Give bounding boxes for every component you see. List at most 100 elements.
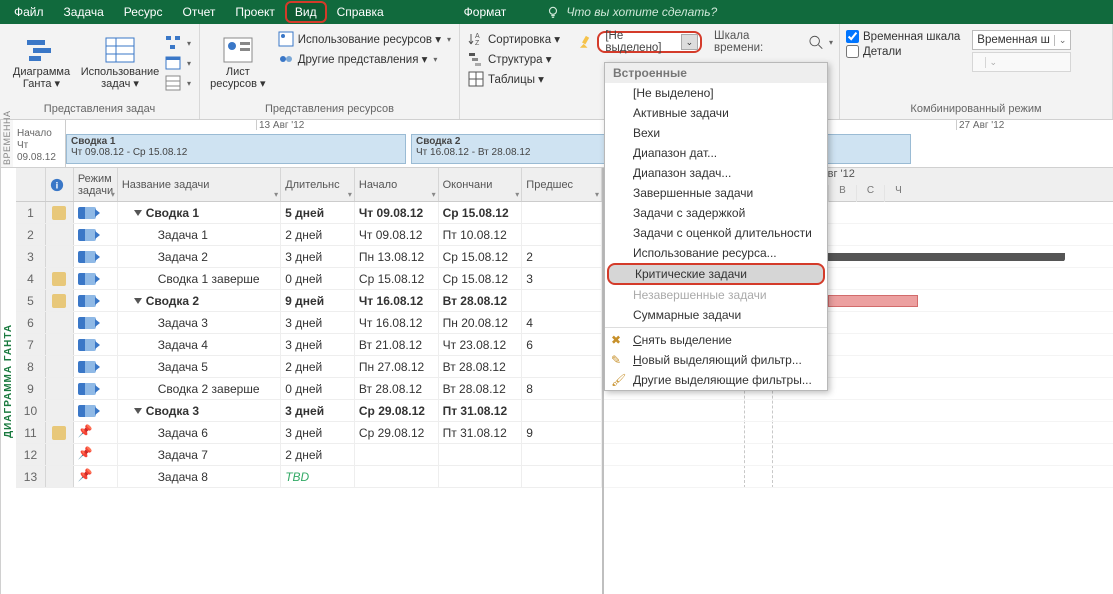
highlight-filter-menu: Встроенные [Не выделено]Активные задачиВ… xyxy=(604,62,828,391)
highlight-option[interactable]: Критические задачи xyxy=(607,263,825,285)
highlight-option[interactable]: Задачи с задержкой xyxy=(605,203,827,223)
table-row[interactable]: 4Сводка 1 заверше0 днейСр 15.08.12Ср 15.… xyxy=(16,268,602,290)
gantt-icon xyxy=(25,36,57,64)
tables-button[interactable]: Таблицы ▾ xyxy=(466,70,562,88)
svg-text:A: A xyxy=(475,33,480,40)
details-combo[interactable]: ⌄ xyxy=(972,52,1071,72)
col-name[interactable]: Название задачи▾ xyxy=(118,168,281,201)
calendar-icon xyxy=(165,55,181,71)
task-usage-icon xyxy=(104,36,136,64)
manual-schedule-icon xyxy=(78,426,94,440)
auto-schedule-icon xyxy=(78,229,96,241)
highlight-option[interactable]: Суммарные задачи xyxy=(605,305,827,325)
tables-icon xyxy=(468,71,484,87)
ribbon: Диаграмма Ганта ▾ Использование задач ▾ … xyxy=(0,24,1113,120)
highlight-option[interactable]: Диапазон дат... xyxy=(605,143,827,163)
resource-sheet-button[interactable]: Лист ресурсов ▾ xyxy=(206,28,270,98)
table-row[interactable]: 7Задача 43 днейВт 21.08.12Чт 23.08.126 xyxy=(16,334,602,356)
auto-schedule-icon xyxy=(78,273,96,285)
menu-report[interactable]: Отчет xyxy=(172,1,225,23)
menu-format[interactable]: Формат xyxy=(454,1,517,23)
highlight-action[interactable]: 🖌Другие выделяющие фильтры... xyxy=(605,370,827,390)
network-icon xyxy=(165,35,181,51)
table-row[interactable]: 8Задача 52 днейПн 27.08.12Вт 28.08.12 xyxy=(16,356,602,378)
sort-button[interactable]: AZСортировка ▾ xyxy=(466,30,562,48)
timeline-checkbox[interactable]: Временная шкала xyxy=(846,30,960,43)
table-row[interactable]: 11Задача 63 днейСр 29.08.12Пт 31.08.129 xyxy=(16,422,602,444)
other-views-icon xyxy=(278,51,294,67)
col-finish[interactable]: Окончани▾ xyxy=(439,168,523,201)
chevron-down-icon: ⌄ xyxy=(681,34,698,50)
col-info[interactable]: i xyxy=(46,168,74,201)
table-row[interactable]: 13Задача 8TBD xyxy=(16,466,602,488)
col-predecessors[interactable]: Предшес▾ xyxy=(522,168,602,201)
highlight-action[interactable]: ✎Новый выделяющий фильтр... xyxy=(605,350,827,370)
manual-schedule-icon xyxy=(78,448,94,462)
indicator-icon xyxy=(52,426,66,440)
manual-schedule-icon xyxy=(78,470,94,484)
table-row[interactable]: 3Задача 23 днейПн 13.08.12Ср 15.08.122 xyxy=(16,246,602,268)
gantt-chart-button[interactable]: Диаграмма Ганта ▾ xyxy=(6,28,77,98)
table-row[interactable]: 6Задача 33 днейЧт 16.08.12Пн 20.08.124 xyxy=(16,312,602,334)
table-row[interactable]: 9Сводка 2 заверше0 днейВт 28.08.12Вт 28.… xyxy=(16,378,602,400)
highlight-option[interactable]: [Не выделено] xyxy=(605,83,827,103)
lightbulb-icon xyxy=(546,5,560,19)
gantt-task-bar[interactable] xyxy=(828,295,918,307)
highlight-option[interactable]: Завершенные задачи xyxy=(605,183,827,203)
other-resource-views-button[interactable]: Другие представления ▾▾ xyxy=(276,50,453,68)
zoom-icon[interactable] xyxy=(808,34,823,50)
timeline-start: Начало Чт 09.08.12 xyxy=(13,120,65,167)
auto-schedule-icon xyxy=(78,405,96,417)
col-mode[interactable]: Режим задачи▾ xyxy=(74,168,118,201)
table-row[interactable]: 10Сводка 33 днейСр 29.08.12Пт 31.08.12 xyxy=(16,400,602,422)
group-label-task-views: Представления задач xyxy=(6,103,193,117)
highlight-action[interactable]: ✖Снять выделение xyxy=(605,330,827,350)
menu-file[interactable]: Файл xyxy=(4,1,54,23)
resource-usage-button[interactable]: Использование ресурсов ▾▾ xyxy=(276,30,453,48)
timeline-combo[interactable]: Временная ш⌄ xyxy=(972,30,1071,50)
highlight-option[interactable]: Задачи с оценкой длительности xyxy=(605,223,827,243)
menu-project[interactable]: Проект xyxy=(225,1,285,23)
highlight-option[interactable]: Активные задачи xyxy=(605,103,827,123)
main-area: ДИАГРАММА ГАНТА i Режим задачи▾ Название… xyxy=(0,168,1113,594)
group-label-split: Комбинированный режим xyxy=(846,103,1106,117)
col-duration[interactable]: Длительнс▾ xyxy=(281,168,355,201)
table-row[interactable]: 2Задача 12 днейЧт 09.08.12Пт 10.08.12 xyxy=(16,224,602,246)
col-rownum[interactable] xyxy=(16,168,46,201)
sheet-icon xyxy=(165,75,181,91)
collapse-icon[interactable] xyxy=(134,298,142,304)
highlight-filter-dropdown[interactable]: [Не выделено] ⌄ xyxy=(597,31,702,53)
menu-resource[interactable]: Ресурс xyxy=(114,1,173,23)
table-row[interactable]: 12Задача 72 дней xyxy=(16,444,602,466)
menu-help[interactable]: Справка xyxy=(327,1,394,23)
highlight-option[interactable]: Диапазон задач... xyxy=(605,163,827,183)
details-checkbox[interactable]: Детали xyxy=(846,45,960,58)
outline-button[interactable]: Структура ▾ xyxy=(466,50,562,68)
outline-icon xyxy=(468,51,484,67)
task-usage-button[interactable]: Использование задач ▾ xyxy=(83,28,157,98)
menu-task[interactable]: Задача xyxy=(54,1,114,23)
dropdown-section-header: Встроенные xyxy=(605,63,827,83)
highlight-option[interactable]: Вехи xyxy=(605,123,827,143)
menu-view[interactable]: Вид xyxy=(285,1,327,23)
table-row[interactable]: 5Сводка 29 днейЧт 16.08.12Вт 28.08.12 xyxy=(16,290,602,312)
tell-me-search[interactable]: Что вы хотите сделать? xyxy=(546,5,717,19)
calendar-button[interactable]: ▾ xyxy=(163,54,193,72)
highlight-option[interactable]: Использование ресурса... xyxy=(605,243,827,263)
timeline-summary-1[interactable]: Сводка 1Чт 09.08.12 - Ср 15.08.12 xyxy=(66,134,406,164)
network-diagram-button[interactable]: ▾ xyxy=(163,34,193,52)
gantt-side-label: ДИАГРАММА ГАНТА xyxy=(0,168,16,594)
table-row[interactable]: 1Сводка 15 днейЧт 09.08.12Ср 15.08.12 xyxy=(16,202,602,224)
collapse-icon[interactable] xyxy=(134,408,142,414)
timeline-side-label: ВРЕМЕННА xyxy=(0,120,13,167)
timeline-body[interactable]: 13 Авг '12 27 Авг '12 Сводка 1Чт 09.08.1… xyxy=(65,120,1113,167)
collapse-icon[interactable] xyxy=(134,210,142,216)
other-task-views-button[interactable]: ▾ xyxy=(163,74,193,92)
col-start[interactable]: Начало▾ xyxy=(355,168,439,201)
gantt-row xyxy=(604,422,1113,444)
timescale-label: Шкала времени: xyxy=(714,30,798,54)
resource-sheet-icon xyxy=(222,36,254,64)
gantt-row xyxy=(604,466,1113,488)
highlight-option[interactable]: Незавершенные задачи xyxy=(605,285,827,305)
task-grid: i Режим задачи▾ Название задачи▾ Длитель… xyxy=(16,168,604,594)
